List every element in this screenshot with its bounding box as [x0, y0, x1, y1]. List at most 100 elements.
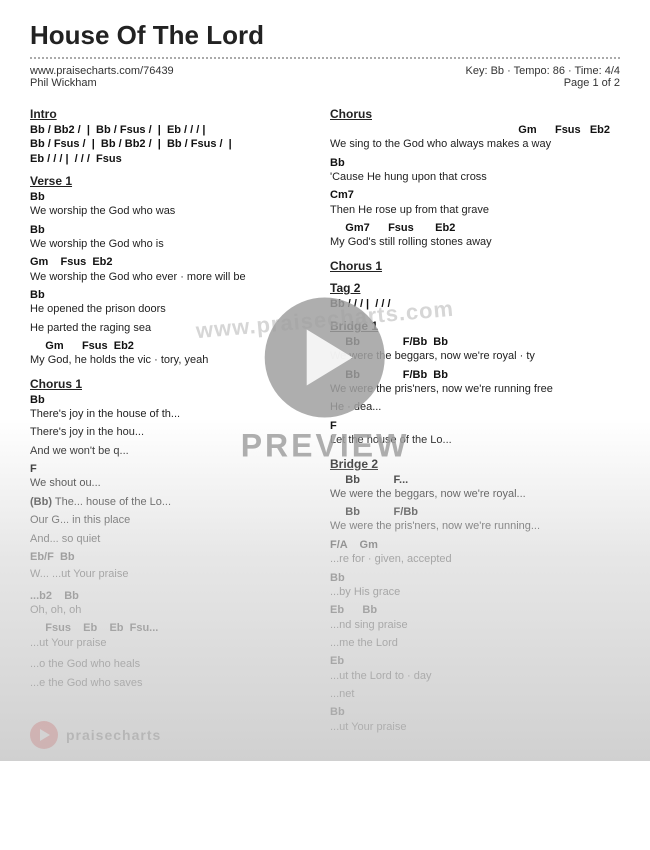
footer: praisecharts — [30, 721, 161, 749]
verse1-block-5: He parted the raging sea — [30, 321, 320, 336]
verse1-block-6: Gm Fsus Eb2 My God, he holds the vic · t… — [30, 339, 320, 369]
chorus-r-block-2: Bb 'Cause He hung upon that cross — [330, 156, 620, 186]
chord: Bb — [330, 705, 620, 719]
divider — [30, 57, 620, 59]
bridge2-block-4: Bb ...by His grace — [330, 571, 620, 601]
sing-section: ...o the God who heals ...e the God who … — [30, 657, 320, 691]
verse1-section: Verse 1 Bb We worship the God who was Bb… — [30, 174, 320, 369]
lyric: Oh, oh, oh — [30, 603, 320, 618]
oh-block-2: Fsus Eb Eb Fsu... ...ut Your praise — [30, 621, 320, 651]
intro-line-1: Bb / Bb2 / | Bb / Fsus / | Eb / / / | — [30, 123, 320, 137]
lyric: We were the pris'ners, now we're running… — [330, 519, 620, 534]
chord: Eb/F Bb — [30, 550, 320, 564]
key-tempo-time: Key: Bb · Tempo: 86 · Time: 4/4 — [466, 65, 620, 77]
bridge1-block-1: Bb F/Bb Bb We were the beggars, now we'r… — [330, 335, 620, 365]
bridge1-label: Bridge 1 — [330, 319, 620, 333]
chord: Bb — [30, 223, 320, 237]
chorus-right-section: Chorus Gm Fsus Eb2 We sing to the God wh… — [330, 107, 620, 251]
lyric: ...me the Lord — [330, 636, 620, 651]
verse1-label: Verse 1 — [30, 174, 320, 188]
chord: Gm Fsus Eb2 — [330, 123, 620, 137]
bridge2-label: Bridge 2 — [330, 457, 620, 471]
bridge1-block-4: F Let the house of the Lo... — [330, 419, 620, 449]
lyric: We were the beggars, now we're royal... — [330, 487, 620, 502]
chorus-r-block-3: Cm7 Then He rose up from that grave — [330, 188, 620, 218]
bridge2-block-9: Bb ...ut Your praise — [330, 705, 620, 735]
lyric: He · dea... — [330, 400, 620, 415]
bridge2-block-3: F/A Gm ...re for · given, accepted — [330, 538, 620, 568]
lyric: ...by His grace — [330, 585, 620, 600]
chord: Gm7 Fsus Eb2 — [330, 221, 620, 235]
chord: Bb F/Bb — [330, 505, 620, 519]
bridge2-block-6: ...me the Lord — [330, 636, 620, 651]
chorus1-block-7: And... so quiet — [30, 532, 320, 547]
bridge1-block-2: Bb F/Bb Bb We were the pris'ners, now we… — [330, 368, 620, 398]
chorus1-block-4: F We shout ou... — [30, 462, 320, 492]
tag2-line: Bb / / / | / / / — [330, 297, 620, 311]
chord: Bb F/Bb Bb — [330, 368, 620, 382]
verse1-block-3: Gm Fsus Eb2 We worship the God who ever … — [30, 255, 320, 285]
meta-row: www.praisecharts.com/76439 Phil Wickham … — [30, 65, 620, 89]
lyric: My God's still rolling stones away — [330, 235, 620, 250]
lyric: ...ut the Lord to · day — [330, 669, 620, 684]
intro-label: Intro — [30, 107, 320, 121]
bridge1-block-3: He · dea... — [330, 400, 620, 415]
intro-section: Intro Bb / Bb2 / | Bb / Fsus / | Eb / / … — [30, 107, 320, 166]
chorus1-block-6: Our G... in this place — [30, 513, 320, 528]
bridge2-section: Bridge 2 Bb F... We were the beggars, no… — [330, 457, 620, 736]
bridge2-block-7: Eb ...ut the Lord to · day — [330, 654, 620, 684]
lyric: And we won't be q... — [30, 444, 320, 459]
intro-line-3: Eb / / / | / / / Fsus — [30, 152, 320, 166]
lyric: ...nd sing praise — [330, 618, 620, 633]
bridge2-block-8: ...net — [330, 687, 620, 702]
chord: Cm7 — [330, 188, 620, 202]
lyric: We worship the God who ever · more will … — [30, 270, 320, 285]
tag2-section: Tag 2 Bb / / / | / / / — [330, 281, 620, 311]
bridge2-block-5: Eb Bb ...nd sing praise — [330, 603, 620, 633]
chord: Gm Fsus Eb2 — [30, 339, 320, 353]
footer-brand: praisecharts — [66, 727, 161, 743]
page: House Of The Lord www.praisecharts.com/7… — [0, 0, 650, 761]
lyric: My God, he holds the vic · tory, yeah — [30, 353, 320, 368]
lyric: ...ut Your praise — [30, 636, 320, 651]
chorus1-right-section: Chorus 1 — [330, 259, 620, 273]
chorus1-block-1: Bb There's joy in the house of th... — [30, 393, 320, 423]
bridge2-block-1: Bb F... We were the beggars, now we're r… — [330, 473, 620, 503]
chorus-r-block-1: Gm Fsus Eb2 We sing to the God who alway… — [330, 123, 620, 153]
lyric: We worship the God who was — [30, 204, 320, 219]
lyric: Then He rose up from that grave — [330, 203, 620, 218]
bridge2-block-2: Bb F/Bb We were the pris'ners, now we're… — [330, 505, 620, 535]
verse1-block-2: Bb We worship the God who is — [30, 223, 320, 253]
chord: F — [30, 462, 320, 476]
chorus1-block-8: Eb/F Bb — [30, 550, 320, 564]
lyric: There's joy in the house of th... — [30, 407, 320, 422]
left-column: Intro Bb / Bb2 / | Bb / Fsus / | Eb / / … — [30, 99, 320, 741]
chord: Bb — [30, 190, 320, 204]
footer-play-icon — [40, 729, 50, 741]
song-author: Phil Wickham — [30, 77, 174, 89]
lyric: We shout ou... — [30, 476, 320, 491]
lyric: We worship the God who is — [30, 237, 320, 252]
lyric: He opened the prison doors — [30, 302, 320, 317]
chord: Eb Bb — [330, 603, 620, 617]
verse1-block-4: Bb He opened the prison doors — [30, 288, 320, 318]
footer-play-button[interactable] — [30, 721, 58, 749]
tag2-label: Tag 2 — [330, 281, 620, 295]
lyric: We were the pris'ners, now we're running… — [330, 382, 620, 397]
chord: Bb — [30, 393, 320, 407]
chord: Bb F/Bb Bb — [330, 335, 620, 349]
lyric: ...o the God who heals — [30, 657, 320, 672]
chord: F/A Gm — [330, 538, 620, 552]
song-title: House Of The Lord — [30, 20, 620, 51]
lyric: ...ut Your praise — [330, 720, 620, 735]
oh-block-1: ...b2 Bb Oh, oh, oh — [30, 589, 320, 619]
lyric: ...re for · given, accepted — [330, 552, 620, 567]
lyric: There's joy in the hou... — [30, 425, 320, 440]
chord: Bb — [30, 288, 320, 302]
chorus-right-label: Chorus — [330, 107, 620, 121]
intro-line-2: Bb / Fsus / | Bb / Bb2 / | Bb / Fsus / | — [30, 137, 320, 151]
page-number: Page 1 of 2 — [564, 77, 620, 89]
chord: Fsus Eb Eb Fsu... — [30, 621, 320, 635]
lyric: (Bb) The... house of the Lo... — [30, 495, 320, 510]
chorus1-block-3: And we won't be q... — [30, 444, 320, 459]
